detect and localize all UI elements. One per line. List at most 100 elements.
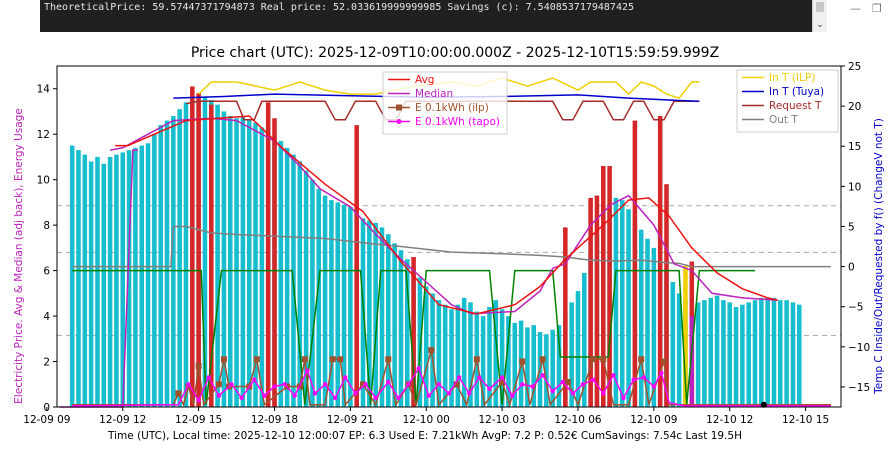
- price-bar: [670, 281, 676, 407]
- price-bar: [392, 243, 397, 407]
- price-bar: [69, 145, 75, 408]
- y-tick-label-left: 2: [43, 357, 50, 369]
- e-tapo-marker: [186, 382, 191, 387]
- price-bar: [746, 302, 751, 407]
- price-bar: [310, 179, 315, 407]
- x-tick-label: 12-10 06: [554, 414, 602, 426]
- e-tapo-marker: [520, 382, 525, 387]
- e-ilp-marker: [220, 356, 227, 363]
- price-bar: [107, 156, 113, 407]
- e-tapo-marker: [252, 377, 257, 382]
- e-tapo-marker: [196, 397, 201, 403]
- high-price-bar: [594, 195, 600, 407]
- e-tapo-marker: [641, 375, 646, 380]
- y-tick-label-left: 8: [43, 220, 50, 232]
- e-tapo-marker: [373, 395, 378, 401]
- y-tick-label-right: 15: [848, 141, 861, 153]
- legend-left-label: Median: [415, 88, 453, 100]
- e-tapo-marker: [631, 377, 636, 382]
- e-tapo-marker: [550, 388, 555, 394]
- price-bar: [76, 150, 81, 407]
- e-tapo-marker: [436, 382, 442, 387]
- price-bar: [284, 147, 290, 407]
- price-bar: [114, 154, 119, 407]
- price-bar: [790, 302, 796, 407]
- y-tick-label-right: −10: [848, 342, 870, 354]
- price-bar: [234, 118, 239, 407]
- e-ilp-marker: [660, 358, 667, 365]
- legend-right-label: In T (ILP): [769, 72, 815, 84]
- e-ilp-marker: [428, 347, 435, 354]
- e-tapo-marker: [499, 375, 505, 380]
- price-bar: [765, 297, 770, 407]
- e-tapo-marker: [353, 391, 358, 396]
- x-tick-label: 12-09 12: [99, 414, 146, 426]
- y-axis-label-left: Electricity Price. Avg & Median (adj bac…: [13, 108, 25, 404]
- e-ilp-marker: [638, 356, 645, 363]
- top-bar: TheoreticalPrice: 59.57447371794873 Real…: [0, 0, 890, 38]
- e-tapo-marker: [456, 375, 462, 380]
- console-scrollbar[interactable]: ⌄: [812, 0, 827, 32]
- e-tapo-marker: [540, 372, 545, 378]
- legend-right-label: Out T: [769, 114, 798, 126]
- price-bar: [177, 109, 182, 408]
- legend-left-swatch-marker: [396, 119, 402, 124]
- high-price-bar: [588, 197, 593, 407]
- price-bar: [183, 102, 189, 407]
- price-bar: [164, 120, 170, 407]
- avg-line: [115, 115, 778, 315]
- price-bar: [145, 143, 151, 407]
- price-bar: [246, 120, 252, 407]
- e-tapo-marker: [659, 370, 664, 376]
- y-tick-label-right: 0: [848, 262, 855, 274]
- high-price-bar: [272, 118, 277, 407]
- price-bar: [487, 306, 492, 407]
- e-tapo-marker: [580, 382, 586, 387]
- price-bar: [733, 306, 739, 407]
- scrollbar-thumb[interactable]: [816, 2, 824, 12]
- e-tapo-marker: [621, 395, 626, 401]
- price-bar: [95, 156, 100, 407]
- price-bar: [771, 297, 777, 407]
- plot-area: 12-09 09 12-09 12 12-09 15 12-09 18 12-09 21…: [23, 61, 870, 426]
- e-tapo-marker: [611, 372, 616, 378]
- price-bar: [278, 141, 284, 407]
- e-ilp-marker: [539, 356, 546, 363]
- e-tapo-marker: [239, 395, 244, 401]
- high-price-bar: [607, 166, 612, 407]
- e-tapo-marker: [305, 368, 310, 373]
- price-bar: [727, 302, 732, 407]
- price-bar: [619, 200, 625, 407]
- y-tick-label-right: 25: [848, 61, 861, 73]
- price-bar: [784, 300, 789, 407]
- e-tapo-marker: [651, 384, 657, 389]
- scroll-down-icon[interactable]: ⌄: [814, 19, 826, 31]
- x-tick-label: 12-10 12: [706, 414, 753, 426]
- price-bar: [778, 300, 783, 407]
- legend-left-swatch-marker: [396, 104, 402, 111]
- y-tick-label-left: 10: [37, 175, 50, 187]
- price-bar: [721, 300, 726, 407]
- legend-left-label: Avg: [415, 74, 434, 86]
- price-bar: [101, 163, 107, 407]
- price-bar: [550, 329, 555, 407]
- price-bar: [638, 229, 644, 407]
- e-ilp-marker: [564, 378, 571, 385]
- x-tick-label: 12-10 09: [630, 414, 677, 426]
- restore-icon[interactable]: ❐: [872, 2, 882, 15]
- e-tapo-marker: [396, 395, 401, 401]
- e-ilp-marker: [175, 390, 182, 397]
- minimize-icon[interactable]: —: [850, 2, 861, 15]
- price-bar: [335, 202, 340, 407]
- high-price-bar: [600, 166, 606, 407]
- e-tapo-marker: [272, 384, 277, 389]
- e-tapo-marker: [590, 377, 596, 382]
- e-ilp-marker: [301, 356, 308, 363]
- e-ilp-marker: [195, 363, 202, 370]
- price-bar: [139, 145, 144, 408]
- y-tick-label-left: 4: [43, 311, 50, 323]
- e-tapo-marker: [229, 382, 234, 387]
- console-output[interactable]: TheoreticalPrice: 59.57447371794873 Real…: [40, 0, 826, 32]
- e-ilp-marker: [385, 356, 392, 363]
- e-tapo-marker: [332, 395, 338, 401]
